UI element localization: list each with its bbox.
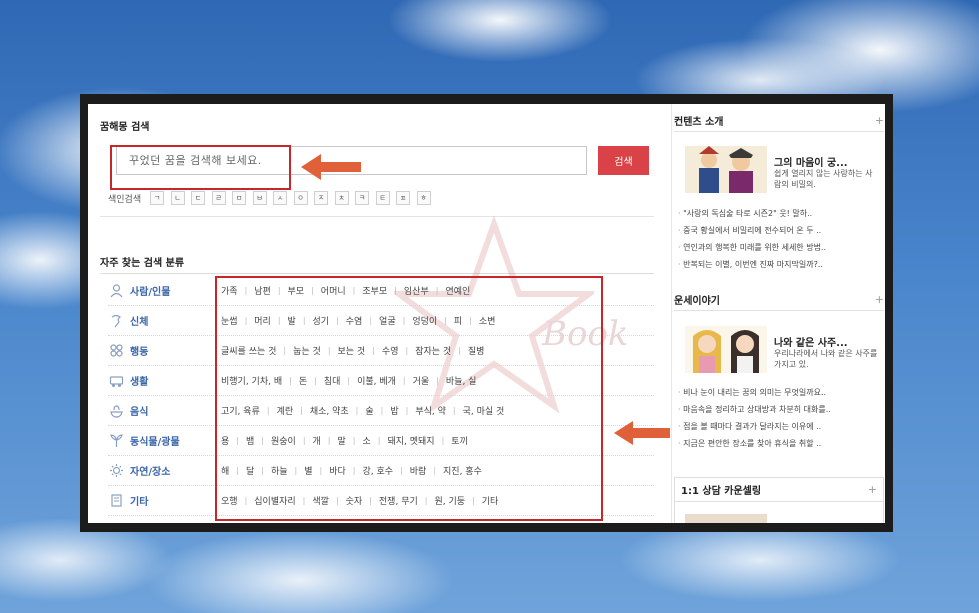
plant-icon — [108, 433, 124, 449]
fortune-feature-desc: 우리나라에서 나와 같은 사주를 가지고 있. — [774, 349, 878, 369]
index-chip[interactable]: ㅈ — [314, 191, 329, 205]
index-search-row: 색인검색 ㄱㄴㄷㄹㅁㅂㅅㅇㅈㅊㅋㅌㅍㅎ — [108, 190, 437, 206]
category-head[interactable]: 신체 — [108, 313, 214, 329]
category-items-highlight — [215, 276, 603, 521]
fortune-thumbnail[interactable] — [685, 326, 767, 373]
fortune-more-button[interactable]: + — [875, 293, 884, 306]
category-name: 동식물/광물 — [130, 437, 180, 448]
category-name: 음식 — [130, 407, 149, 418]
sidebar-article-link[interactable]: 반복되는 이별, 이번엔 진짜 마지막일까?.. — [678, 256, 884, 273]
sun-icon — [108, 463, 124, 479]
sidebar-article-link[interactable]: 지금은 편안한 장소를 찾아 휴식을 취할 .. — [678, 435, 884, 452]
category-section-title: 자주 찾는 검색 분류 — [100, 258, 185, 269]
main-content: 꿈해몽 검색 검색 색인검색 ㄱㄴㄷㄹㅁㅂㅅㅇㅈㅊㅋㅌㅍㅎ 자주 찾는 검색 분… — [94, 104, 670, 523]
divider — [100, 216, 654, 217]
index-chip[interactable]: ㄱ — [150, 191, 165, 205]
contents-bullet-list: "사랑의 독심술 타로 시즌2" 웃! 말하..중국 황실에서 비밀리에 전수되… — [678, 205, 884, 273]
content-panel: 꿈해몽 검색 검색 색인검색 ㄱㄴㄷㄹㅁㅂㅅㅇㅈㅊㅋㅌㅍㅎ 자주 찾는 검색 분… — [88, 104, 885, 523]
counsel-title: 1:1 상담 카운셀링 — [681, 486, 762, 497]
contents-thumbnail[interactable] — [685, 146, 767, 193]
counsel-header: 1:1 상담 카운셀링 + — [675, 478, 883, 502]
search-input-highlight — [110, 145, 291, 190]
index-chip[interactable]: ㅌ — [375, 191, 390, 205]
index-chip[interactable]: ㄹ — [211, 191, 226, 205]
contents-feature-title[interactable]: 그의 마음이 궁... — [774, 154, 848, 169]
search-button[interactable]: 검색 — [598, 146, 649, 175]
contents-feature-desc: 쉽게 열리지 않는 사랑하는 사람의 비밀의. — [774, 169, 873, 189]
contents-more-button[interactable]: + — [875, 114, 884, 127]
index-chip[interactable]: ㅎ — [416, 191, 431, 205]
index-chip[interactable]: ㅊ — [334, 191, 349, 205]
category-name: 사람/인물 — [130, 287, 171, 298]
fortune-bullet-list: 비나 눈이 내리는 꿈의 의미는 무엇일까요..마음속을 정리하고 상대방과 차… — [678, 384, 884, 452]
sidebar-article-link[interactable]: 점을 볼 때마다 결과가 달라지는 이유에 .. — [678, 418, 884, 435]
book-icon — [108, 493, 124, 509]
sidebar-article-link[interactable]: 연인과의 행복한 미래를 위한 세세한 방법.. — [678, 239, 884, 256]
body-icon — [108, 313, 124, 329]
index-chip-list: ㄱㄴㄷㄹㅁㅂㅅㅇㅈㅊㅋㅌㅍㅎ — [150, 191, 437, 205]
category-name: 행동 — [130, 347, 149, 358]
car-icon — [108, 373, 124, 389]
index-chip[interactable]: ㅇ — [293, 191, 308, 205]
search-section-title: 꿈해몽 검색 — [100, 122, 150, 133]
index-chip[interactable]: ㄴ — [170, 191, 185, 205]
index-chip[interactable]: ㅋ — [355, 191, 370, 205]
fortune-feature-title[interactable]: 나와 같은 사주... — [774, 334, 848, 349]
category-head[interactable]: 음식 — [108, 403, 214, 419]
person-icon — [108, 283, 124, 299]
left-arrow-icon — [301, 154, 361, 180]
category-head[interactable]: 생활 — [108, 373, 214, 389]
counsel-more-button[interactable]: + — [868, 483, 877, 496]
category-head[interactable]: 자연/장소 — [108, 463, 214, 479]
sidebar-contents-header: 컨텐츠 소개 + — [674, 110, 884, 132]
index-chip[interactable]: ㅅ — [273, 191, 288, 205]
index-search-label: 색인검색 — [108, 194, 142, 205]
action-icon — [108, 343, 124, 359]
fortune-title: 운세이야기 — [674, 296, 720, 307]
sidebar-fortune-header: 운세이야기 + — [674, 289, 884, 311]
category-name: 기타 — [130, 497, 149, 508]
left-arrow-icon — [614, 421, 670, 445]
counsel-thumbnail[interactable] — [685, 514, 767, 523]
category-head[interactable]: 기타 — [108, 493, 214, 509]
sidebar-article-link[interactable]: 비나 눈이 내리는 꿈의 의미는 무엇일까요.. — [678, 384, 884, 401]
index-chip[interactable]: ㅁ — [232, 191, 247, 205]
divider — [100, 273, 654, 274]
sidebar: 컨텐츠 소개 + 그의 마음이 궁... 쉽게 열리지 않는 사랑하는 사람의 … — [671, 104, 885, 523]
category-name: 생활 — [130, 377, 149, 388]
category-name: 신체 — [130, 317, 149, 328]
screenshot-frame: 꿈해몽 검색 검색 색인검색 ㄱㄴㄷㄹㅁㅂㅅㅇㅈㅊㅋㅌㅍㅎ 자주 찾는 검색 분… — [80, 94, 893, 532]
index-chip[interactable]: ㅂ — [252, 191, 267, 205]
sidebar-article-link[interactable]: 마음속을 정리하고 상대방과 차분히 대화를.. — [678, 401, 884, 418]
category-name: 자연/장소 — [130, 467, 171, 478]
category-head[interactable]: 사람/인물 — [108, 283, 214, 299]
index-chip[interactable]: ㄷ — [191, 191, 206, 205]
sidebar-article-link[interactable]: "사랑의 독심술 타로 시즌2" 웃! 말하.. — [678, 205, 884, 222]
category-head[interactable]: 행동 — [108, 343, 214, 359]
sidebar-article-link[interactable]: 중국 황실에서 비밀리에 전수되어 온 두 .. — [678, 222, 884, 239]
index-chip[interactable]: ㅍ — [396, 191, 411, 205]
food-icon — [108, 403, 124, 419]
category-head[interactable]: 동식물/광물 — [108, 433, 214, 449]
contents-title: 컨텐츠 소개 — [674, 117, 724, 128]
counsel-box: 1:1 상담 카운셀링 + — [674, 477, 884, 523]
